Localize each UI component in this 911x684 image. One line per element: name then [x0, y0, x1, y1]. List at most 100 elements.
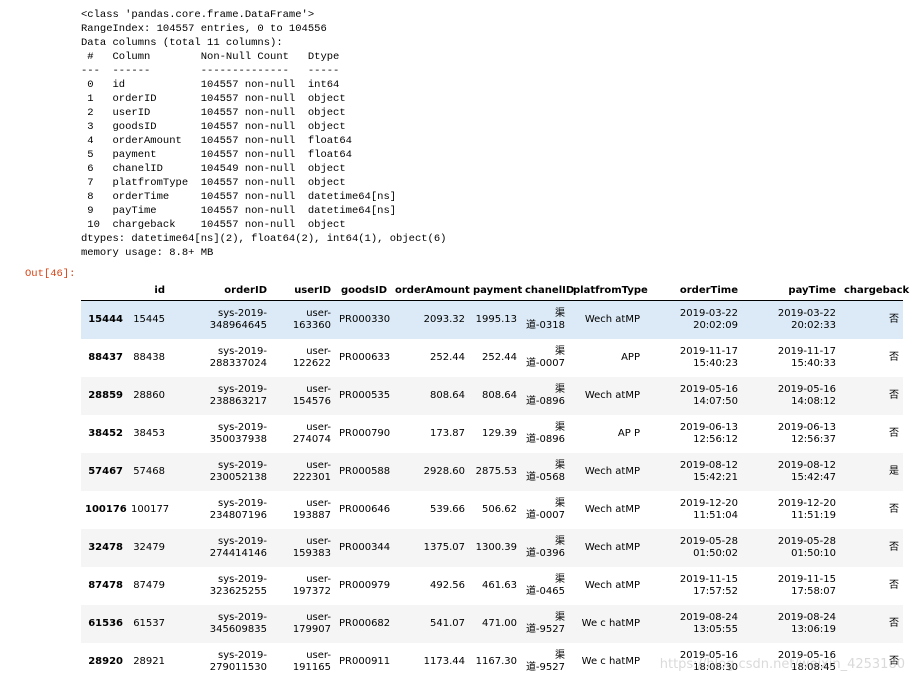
cell-orderid: sys-2019-230052138	[169, 453, 271, 491]
cell-platfromtype: Wech atMP	[584, 580, 640, 591]
column-header-chargeback: chargeback	[840, 280, 909, 301]
table-row: 100176 100177 sys-2019-234807196 user-19388…	[81, 491, 903, 529]
cell-ordertime: 2019-03-22 20:02:09	[644, 300, 742, 339]
cell-userid: user-154576	[271, 377, 335, 415]
cell-orderid: sys-2019-323625255	[209, 574, 267, 597]
info-line: 7 platfromType 104557 non-null object	[81, 177, 346, 189]
cell-orderid: sys-2019-345609835	[169, 605, 271, 643]
cell-orderamount: 1173.44	[423, 656, 465, 667]
cell-userid: user-122622	[292, 346, 331, 369]
cell-ordertime: 2019-08-24 13:05:55	[644, 605, 742, 643]
info-line: <class 'pandas.core.frame.DataFrame'>	[81, 9, 315, 21]
column-header-index	[81, 280, 127, 301]
cell-chanelid: 渠道-0896	[525, 422, 565, 445]
info-line: 1 orderID 104557 non-null object	[81, 93, 346, 105]
cell-goodsid: PR000535	[335, 377, 391, 415]
cell-platfromtype: We c hatMP	[569, 605, 644, 643]
cell-orderamount: 541.07	[391, 605, 469, 643]
cell-chargeback: 否	[889, 428, 899, 439]
cell-orderamount: 2093.32	[391, 300, 469, 339]
cell-chargeback: 否	[889, 352, 899, 363]
cell-payment: 1995.13	[469, 300, 521, 339]
info-line: 10 chargeback 104557 non-null object	[81, 219, 346, 231]
cell-platfromtype: Wech atMP	[569, 529, 644, 567]
info-line: 2 userID 104557 non-null object	[81, 107, 346, 119]
info-line: 4 orderAmount 104557 non-null float64	[81, 135, 352, 147]
cell-orderid: sys-2019-350037938	[209, 422, 267, 445]
cell-chanelid: 渠道-0007	[525, 498, 565, 521]
table-body: 15444 15445 sys-2019-348964645 user-163360 P…	[81, 300, 903, 682]
cell-goodsid: PR000633	[339, 352, 391, 363]
cell-idx: 100176	[85, 504, 127, 515]
info-line: Data columns (total 11 columns):	[81, 37, 283, 49]
cell-ordertime: 2019-06-13 12:56:12	[679, 422, 738, 445]
cell-orderamount: 492.56	[430, 580, 465, 591]
cell-id: 28921	[133, 656, 165, 667]
cell-orderamount: 539.66	[430, 504, 465, 515]
cell-idx: 88437	[88, 352, 123, 363]
watermark: https://blog.csdn.net/weixin_4253180	[659, 657, 905, 672]
cell-chanelid: 渠道-0007	[525, 346, 565, 369]
cell-payment: 506.62	[482, 504, 517, 515]
column-header-id: id	[127, 280, 169, 301]
cell-chargeback: 否	[889, 504, 899, 515]
cell-idx: 57467	[81, 453, 127, 491]
cell-orderamount: 2928.60	[391, 453, 469, 491]
cell-goodsid: PR000682	[335, 605, 391, 643]
info-line: 5 payment 104557 non-null float64	[81, 149, 352, 161]
cell-idx: 15444	[81, 300, 127, 339]
column-header-payment: payment	[469, 280, 522, 301]
cell-paytime: 2019-05-28 01:50:10	[742, 529, 840, 567]
cell-payment: 2875.53	[469, 453, 521, 491]
info-line: --- ------ -------------- -----	[81, 65, 340, 77]
cell-ordertime: 2019-11-17 15:40:23	[679, 346, 738, 369]
cell-userid: user-193887	[292, 498, 331, 521]
cell-paytime: 2019-03-22 20:02:33	[742, 300, 840, 339]
cell-orderid: sys-2019-288337024	[209, 346, 267, 369]
cell-idx: 28859	[81, 377, 127, 415]
cell-chargeback: 否	[840, 377, 903, 415]
cell-paytime: 2019-11-17 15:40:33	[777, 346, 836, 369]
table-row: 38452 38453 sys-2019-350037938 user-274074 P…	[81, 415, 903, 453]
cell-userid: user-191165	[292, 650, 331, 673]
info-line: # Column Non-Null Count Dtype	[81, 51, 340, 63]
cell-userid: user-159383	[271, 529, 335, 567]
cell-goodsid: PR000911	[339, 656, 391, 667]
cell-paytime: 2019-08-12 15:42:47	[742, 453, 840, 491]
cell-userid: user-222301	[271, 453, 335, 491]
cell-chanelid: 渠道-9527	[525, 650, 565, 673]
cell-paytime: 2019-06-13 12:56:37	[777, 422, 836, 445]
dataframe-table: id orderID userID goodsID orderAmount payment…	[81, 280, 909, 682]
cell-platfromtype: Wech atMP	[584, 504, 640, 515]
cell-orderid: sys-2019-348964645	[169, 300, 271, 339]
cell-chargeback: 否	[840, 300, 903, 339]
cell-platfromtype: Wech atMP	[569, 453, 644, 491]
table-row: 32478 32479 sys-2019-274414146 user-159383 P…	[81, 529, 903, 567]
cell-goodsid: PR000646	[339, 504, 391, 515]
cell-payment: 252.44	[482, 352, 517, 363]
cell-goodsid: PR000344	[335, 529, 391, 567]
table-row: 28859 28860 sys-2019-238863217 user-154576 P…	[81, 377, 903, 415]
cell-id: 57468	[127, 453, 169, 491]
info-line: 3 goodsID 104557 non-null object	[81, 121, 346, 133]
table-header-row: id orderID userID goodsID orderAmount payment…	[81, 280, 909, 301]
output-prompt: Out[46]:	[25, 268, 76, 280]
cell-payment: 471.00	[469, 605, 521, 643]
cell-id: 87479	[133, 580, 165, 591]
info-line: 6 chanelID 104549 non-null object	[81, 163, 346, 175]
cell-id: 61537	[127, 605, 169, 643]
cell-idx: 87478	[88, 580, 123, 591]
cell-userid: user-179907	[271, 605, 335, 643]
cell-orderid: sys-2019-274414146	[169, 529, 271, 567]
column-header-ordertime: orderTime	[644, 280, 742, 301]
cell-chanelid: 渠道-0318	[521, 300, 569, 339]
cell-idx: 28920	[88, 656, 123, 667]
cell-id: 32479	[127, 529, 169, 567]
info-line: 9 payTime 104557 non-null datetime64[ns]	[81, 205, 397, 217]
cell-orderamount: 1375.07	[391, 529, 469, 567]
cell-goodsid: PR000979	[339, 580, 391, 591]
cell-chargeback: 否	[840, 529, 903, 567]
cell-chanelid: 渠道-0396	[521, 529, 569, 567]
cell-id: 100177	[131, 504, 170, 515]
column-header-paytime: payTime	[742, 280, 840, 301]
